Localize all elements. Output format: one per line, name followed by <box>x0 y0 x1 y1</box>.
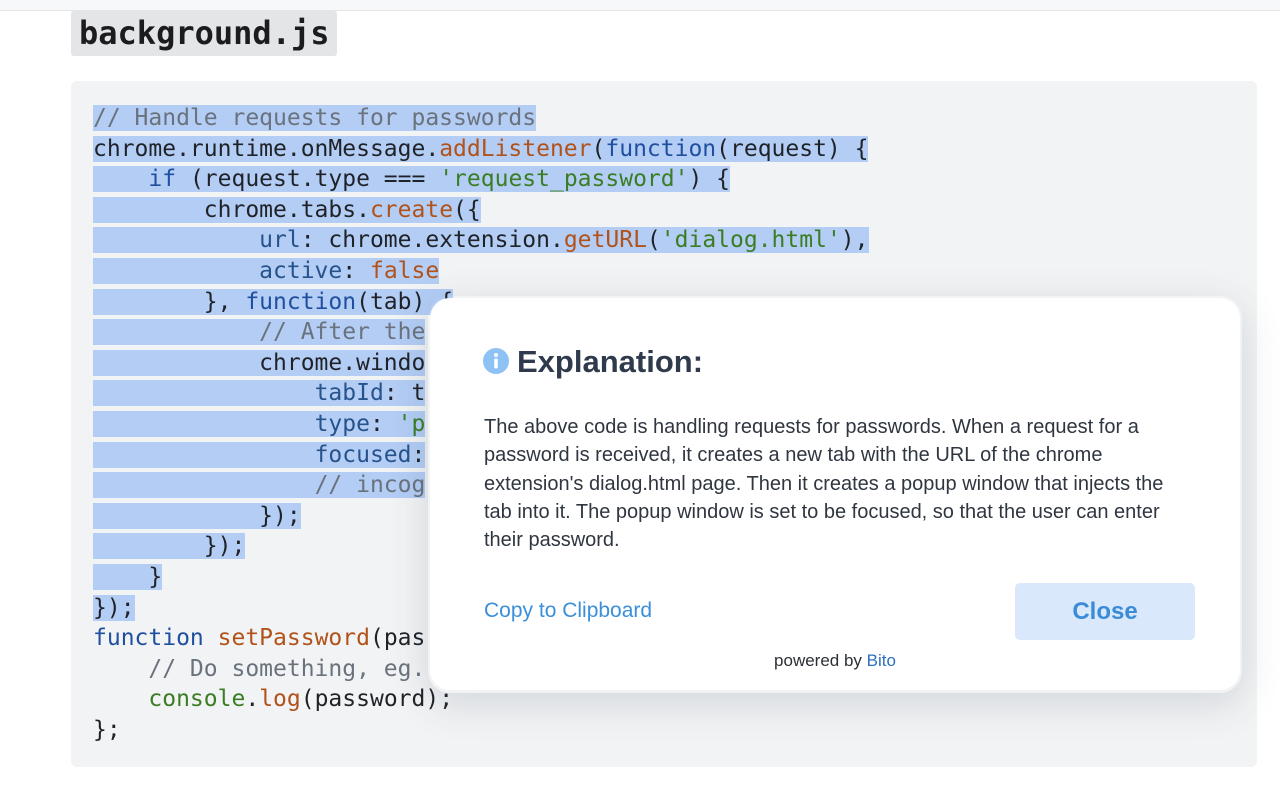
code-line-text: }); <box>93 594 135 621</box>
code-token: }); <box>93 594 135 621</box>
code-line-text: // Handle requests for passwords <box>93 105 537 131</box>
code-token: function <box>605 135 717 162</box>
code-token: log <box>259 686 301 713</box>
code-line-text: function setPassword(pas <box>93 625 425 651</box>
code-line-text: url: chrome.extension.getURL('dialog.htm… <box>93 227 869 254</box>
code-token: chrome.tabs. <box>93 196 370 223</box>
code-token: }); <box>93 502 301 529</box>
code-token: // incog <box>314 472 426 499</box>
code-token: ( <box>646 227 661 254</box>
powered-by-text: powered by <box>774 651 862 670</box>
code-line-text: if (request.type === 'request_password')… <box>93 166 730 193</box>
code-token: (request.type === <box>176 166 440 193</box>
code-token: // After the <box>259 319 426 346</box>
code-token: tabId <box>314 380 384 407</box>
code-token: 'dialog.html' <box>660 227 841 254</box>
code-token: create <box>369 196 454 223</box>
code-line-text: console.log(password); <box>93 686 453 712</box>
code-token: // Do something, eg. <box>148 655 426 682</box>
code-line-text: chrome.runtime.onMessage.addListener(fun… <box>93 135 869 162</box>
code-token: (password); <box>300 686 454 713</box>
code-token: addListener <box>439 135 592 162</box>
code-line-text: focused: <box>93 441 426 468</box>
powered-by-footer: powered by Bito <box>430 650 1240 672</box>
code-token: function <box>93 625 204 652</box>
code-token: : <box>411 441 426 468</box>
code-token: // Handle requests for passwords <box>93 105 537 131</box>
code-token: url <box>259 227 301 254</box>
info-icon <box>483 348 509 374</box>
code-token: }, <box>93 288 246 315</box>
code-line-text: }; <box>93 717 121 743</box>
close-button[interactable]: Close <box>1015 583 1195 640</box>
code-line-text: chrome.windo <box>93 349 426 376</box>
code-line: if (request.type === 'request_password')… <box>93 164 869 195</box>
code-token: setPassword <box>217 625 370 652</box>
code-token: ), <box>840 227 869 254</box>
code-token: ( <box>591 135 606 162</box>
code-token: focused <box>314 441 412 468</box>
code-token: ({ <box>453 196 481 223</box>
file-title: background.js <box>71 11 338 56</box>
code-token: 'request_password' <box>439 166 689 193</box>
code-token: : t <box>383 380 426 407</box>
bito-link[interactable]: Bito <box>867 651 896 670</box>
code-token: : <box>369 410 398 437</box>
code-line: }; <box>93 715 869 746</box>
code-line-text: // After the <box>93 319 426 346</box>
code-token: : chrome.extension. <box>300 227 564 254</box>
code-line-text: active: false <box>93 257 440 284</box>
code-token: ) { <box>688 166 730 193</box>
code-line-text: // incog <box>93 472 426 499</box>
code-token: type <box>314 410 370 437</box>
code-token: }); <box>93 533 246 560</box>
code-token: chrome.runtime.onMessage. <box>93 135 440 162</box>
code-line: active: false <box>93 256 869 287</box>
code-line: url: chrome.extension.getURL('dialog.htm… <box>93 225 869 256</box>
code-line-text: } <box>93 563 163 590</box>
code-line-text: chrome.tabs.create({ <box>93 196 481 223</box>
code-token: }; <box>93 716 121 743</box>
code-line-text: }); <box>93 502 301 529</box>
code-token: active <box>259 257 343 284</box>
code-line: chrome.tabs.create({ <box>93 195 869 226</box>
code-token: . <box>245 686 260 713</box>
code-token: : <box>342 257 370 284</box>
code-line: // Handle requests for passwords <box>93 103 869 134</box>
code-line-text: type: 'p <box>93 410 426 437</box>
browser-top-bar <box>0 0 1280 11</box>
code-token: getURL <box>563 227 647 254</box>
dialog-body: The above code is handling requests for … <box>484 416 1164 552</box>
code-token: console <box>148 686 246 713</box>
code-line-text: }); <box>93 533 246 560</box>
code-line: chrome.runtime.onMessage.addListener(fun… <box>93 134 869 165</box>
code-token: if <box>148 166 177 193</box>
dialog-title: Explanation: <box>517 344 704 379</box>
code-token: 'p <box>397 410 426 437</box>
code-line-text: tabId: t <box>93 380 426 407</box>
explanation-dialog: Explanation: The above code is handling … <box>430 298 1240 690</box>
code-token: } <box>93 563 163 590</box>
code-line-text: }, function(tab) { <box>93 288 454 315</box>
code-token: false <box>369 257 440 284</box>
code-token: chrome.windo <box>93 349 426 376</box>
code-token: (request) { <box>716 135 869 162</box>
code-line-text: // Do something, eg. <box>93 656 425 682</box>
code-token: (pas <box>369 625 426 652</box>
copy-to-clipboard-link[interactable]: Copy to Clipboard <box>484 598 652 624</box>
code-token: function <box>245 288 357 315</box>
